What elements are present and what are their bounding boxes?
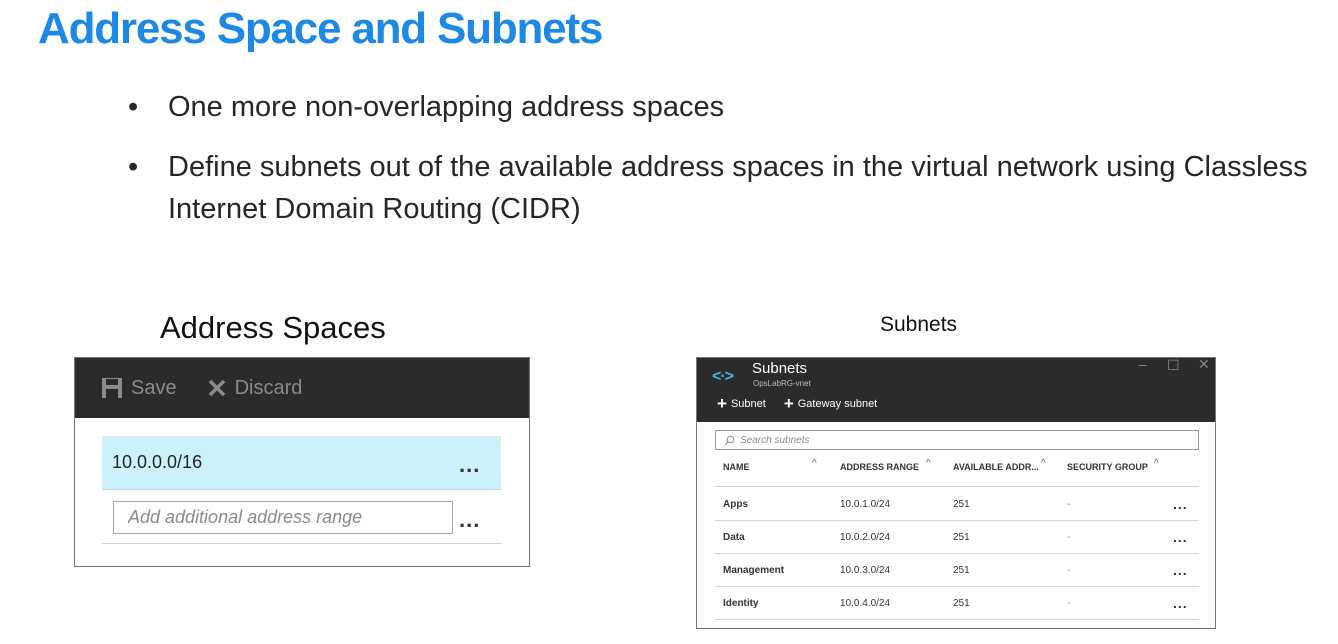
table-row[interactable]: Identity 10.0.4.0/24 251 - ... [715, 587, 1199, 620]
subnet-available: 251 [953, 532, 970, 543]
bullet-dot: • [128, 91, 139, 123]
subnet-security-group: - [1067, 532, 1071, 543]
save-icon [102, 378, 122, 398]
row-more-button[interactable]: ... [1173, 496, 1188, 512]
subnets-header: <·> Subnets OpsLabRG-vnet – ☐ ✕ + Subnet… [697, 356, 1215, 422]
subnet-range: 10.0.1.0/24 [840, 499, 891, 510]
subnets-title: Subnets [752, 360, 808, 377]
sort-icon[interactable]: ^ [812, 458, 817, 469]
subnet-available: 251 [953, 499, 970, 510]
subnet-available: 251 [953, 565, 970, 576]
subnet-security-group: - [1067, 499, 1071, 510]
table-row[interactable]: Apps 10.0.1.0/24 251 - ... [715, 488, 1199, 521]
divider [102, 543, 501, 544]
bullet-dot: • [128, 151, 139, 183]
search-placeholder: Search subnets [740, 434, 810, 446]
subnets-panel: <·> Subnets OpsLabRG-vnet – ☐ ✕ + Subnet… [696, 356, 1216, 629]
sort-icon[interactable]: ^ [926, 458, 931, 469]
bullet-text: One more non-overlapping address spaces [168, 91, 725, 123]
bullet-text: Define subnets out of the available addr… [168, 151, 1308, 225]
subnet-range: 10.0.4.0/24 [840, 598, 891, 609]
row-more-button[interactable]: ... [1173, 529, 1188, 545]
column-header-available[interactable]: AVAILABLE ADDR... [953, 462, 1039, 472]
subnet-range: 10.0.3.0/24 [840, 565, 891, 576]
column-header-name[interactable]: NAME [723, 462, 750, 472]
subnet-available: 251 [953, 598, 970, 609]
input-more-button[interactable]: ... [459, 507, 480, 533]
sort-icon[interactable]: ^ [1154, 458, 1159, 469]
address-toolbar: Save Discard [75, 358, 529, 418]
subnet-security-group: - [1067, 598, 1071, 609]
address-row-more-button[interactable]: ... [459, 452, 480, 478]
column-header-address-range[interactable]: ADDRESS RANGE [840, 462, 919, 472]
row-more-button[interactable]: ... [1173, 595, 1188, 611]
subnet-name: Data [723, 532, 745, 543]
address-range-value: 10.0.0.0/16 [112, 452, 203, 472]
slide-title: Address Space and Subnets [38, 4, 603, 53]
subnet-name: Apps [723, 499, 748, 510]
add-subnet-button[interactable]: + Subnet [717, 394, 766, 413]
table-row[interactable]: Management 10.0.3.0/24 251 - ... [715, 554, 1199, 587]
header-divider [715, 486, 1199, 487]
table-row[interactable]: Data 10.0.2.0/24 251 - ... [715, 521, 1199, 554]
vnet-icon: <·> [712, 368, 734, 385]
column-header-security-group[interactable]: SECURITY GROUP [1067, 462, 1148, 472]
search-subnets-input[interactable]: Search subnets [715, 430, 1199, 450]
save-button[interactable]: Save [101, 377, 177, 400]
add-gateway-label: Gateway subnet [797, 398, 878, 410]
discard-label: Discard [234, 376, 303, 399]
address-spaces-panel: Save Discard 10.0.0.0/16 ... ... [74, 357, 530, 567]
plus-icon: + [783, 394, 794, 413]
subnet-name: Management [723, 565, 785, 576]
bullet-item: • Define subnets out of the available ad… [128, 146, 1308, 230]
add-subnet-label: Subnet [730, 398, 766, 410]
row-more-button[interactable]: ... [1173, 562, 1188, 578]
subnets-subtitle: OpsLabRG-vnet [753, 379, 811, 388]
close-icon[interactable]: ✕ [1198, 356, 1210, 373]
plus-icon: + [717, 394, 727, 413]
save-label: Save [131, 376, 177, 399]
add-address-range-input[interactable] [113, 501, 453, 534]
close-icon [208, 379, 225, 397]
discard-button[interactable]: Discard [207, 376, 303, 400]
search-icon [724, 435, 735, 445]
minimize-icon[interactable]: – [1139, 356, 1147, 372]
maximize-icon[interactable]: ☐ [1167, 357, 1180, 374]
subnet-name: Identity [723, 598, 759, 609]
add-gateway-subnet-button[interactable]: + Gateway subnet [783, 394, 878, 413]
bullet-list: • One more non-overlapping address space… [128, 86, 1308, 248]
subnets-caption: Subnets [880, 313, 958, 336]
subnet-security-group: - [1067, 565, 1071, 576]
subnets-actions: + Subnet + Gateway subnet [717, 394, 895, 413]
bullet-item: • One more non-overlapping address space… [128, 86, 1308, 128]
sort-icon[interactable]: ^ [1041, 458, 1046, 469]
address-range-row[interactable]: 10.0.0.0/16 [102, 436, 501, 490]
address-spaces-caption: Address Spaces [160, 310, 386, 345]
subnet-range: 10.0.2.0/24 [840, 532, 891, 543]
